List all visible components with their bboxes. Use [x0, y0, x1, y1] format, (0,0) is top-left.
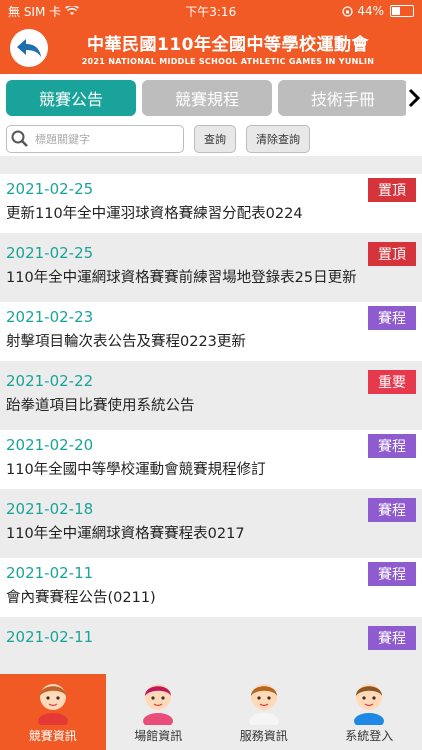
gymnast-avatar-icon	[143, 684, 174, 725]
announcement-date: 2021-02-18	[6, 500, 94, 518]
search-bar: 查詢 清除查詢	[0, 122, 422, 156]
app-title: 中華民國110年全國中等學校運動會	[87, 35, 369, 55]
nav-label: 服務資訊	[239, 729, 288, 743]
announcement-item[interactable]: 2021-02-11 賽程	[0, 622, 422, 659]
announcement-title: 110年全國中等學校運動會競賽規程修訂	[6, 462, 266, 478]
announcement-tag: 賽程	[368, 626, 416, 650]
nav-item-4[interactable]: 系統登入	[317, 674, 422, 750]
announcement-date: 2021-02-11	[6, 628, 94, 646]
orientation-lock-icon	[342, 5, 353, 17]
announcement-tag: 賽程	[368, 562, 416, 586]
app-subtitle: 2021 NATIONAL MIDDLE SCHOOL ATHLETIC GAM…	[81, 57, 375, 66]
search-icon	[11, 130, 28, 147]
tabs-scroll-right-button[interactable]	[406, 80, 422, 116]
tab-announcements[interactable]: 競賽公告	[6, 80, 136, 116]
announcement-title: 更新110年全中運羽球資格賽練習分配表0224	[6, 206, 303, 222]
wifi-icon	[65, 6, 80, 15]
category-tabs: 競賽公告 競賽規程 技術手冊	[0, 74, 422, 122]
nav-label: 系統登入	[345, 729, 394, 743]
nav-label: 場館資訊	[134, 729, 183, 743]
announcement-item[interactable]: 2021-02-25 置頂更新110年全中運羽球資格賽練習分配表0224	[0, 174, 422, 233]
clock: 下午3:16	[185, 4, 237, 19]
announcement-tag: 賽程	[368, 306, 416, 330]
carrier-label: 無 SIM 卡	[8, 4, 62, 19]
announcement-title: 射擊項目輪次表公告及賽程0223更新	[6, 334, 246, 350]
announcement-title: 會內賽賽程公告(0211)	[6, 590, 156, 606]
announcement-item[interactable]: 2021-02-22 重要跆拳道項目比賽使用系統公告	[0, 366, 422, 425]
announcement-item[interactable]: 2021-02-25 置頂 110年全中運網球資格賽賽前練習場地登錄表25日更新	[0, 238, 422, 297]
nav-label: 競賽資訊	[28, 729, 77, 743]
tab-regulations[interactable]: 競賽規程	[142, 80, 272, 116]
announcement-tag: 賽程	[368, 434, 416, 458]
tab-technical-manual[interactable]: 技術手冊	[278, 80, 408, 116]
announcement-tag: 重要	[368, 370, 416, 394]
battery-percent: 44%	[357, 4, 384, 18]
announcement-tag: 置頂	[368, 178, 416, 202]
bottom-navigation: 競賽資訊 場館資訊 服務資訊 系統登入	[0, 674, 422, 750]
back-arrow-icon	[17, 39, 41, 57]
announcement-date: 2021-02-20	[6, 436, 94, 454]
battery-icon	[389, 5, 414, 17]
announcement-item[interactable]: 2021-02-20 賽程 110年全國中等學校運動會競賽規程修訂	[0, 430, 422, 489]
nav-item-2[interactable]: 場館資訊	[106, 674, 212, 750]
status-bar: 無 SIM 卡 下午3:16 44%	[0, 0, 422, 22]
announcement-date: 2021-02-25	[6, 244, 94, 262]
announcement-date: 2021-02-23	[6, 308, 94, 326]
announcement-date: 2021-02-25	[6, 180, 94, 198]
announcement-date: 2021-02-11	[6, 564, 94, 582]
announcement-list: 2021-02-25 置頂 更新110年全中運羽球資格賽練習分配表0224 2021-…	[0, 174, 422, 674]
announcement-item[interactable]: 2021-02-11 賽程會內賽賽程公告(0211)	[0, 558, 422, 617]
search-button[interactable]: 查詢	[194, 125, 236, 153]
search-field	[6, 125, 184, 153]
announcement-title: 110年全中運網球資格賽賽程表0217	[6, 526, 245, 542]
announcement-title: 110年全中運網球資格賽賽前練習場地登錄表25日更新	[6, 270, 357, 286]
nav-item-3[interactable]: 服務資訊	[211, 674, 317, 750]
announcement-tag: 置頂	[368, 242, 416, 266]
announcement-item[interactable]: 2021-02-23 賽程射擊項目輪次表公告及賽程0223更新	[0, 302, 422, 361]
announcement-title: 跆拳道項目比賽使用系統公告	[6, 398, 195, 414]
volunteer-avatar-icon	[248, 684, 279, 725]
nav-item-1[interactable]: 競賽資訊	[0, 674, 106, 750]
announcement-date: 2021-02-22	[6, 372, 94, 390]
announcement-tag: 賽程	[368, 498, 416, 522]
announcement-item[interactable]: 2021-02-18 賽程 110年全中運網球資格賽賽程表0217	[0, 494, 422, 553]
app-header: 中華民國110年全國中等學校運動會 2021 NATIONAL MIDDLE S…	[0, 22, 422, 74]
clear-search-button[interactable]: 清除查詢	[246, 125, 310, 153]
chevron-right-icon	[408, 88, 420, 108]
boxer-avatar-icon	[37, 684, 68, 725]
back-button[interactable]	[10, 29, 48, 67]
search-input[interactable]	[33, 131, 177, 147]
cyclist-avatar-icon	[354, 684, 385, 725]
